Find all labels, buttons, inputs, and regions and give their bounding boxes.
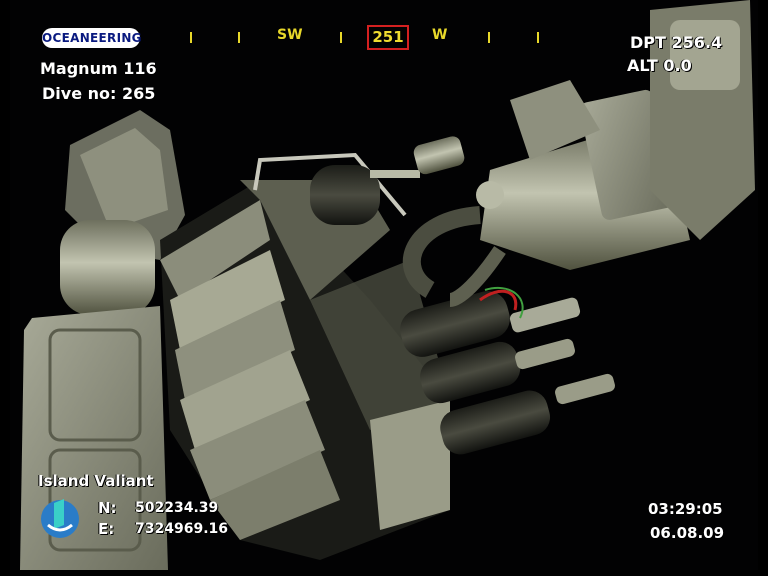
camera-frame: OCEANEERING Magnum 116 Dive no: 265 SW 2… bbox=[10, 0, 758, 570]
dive-number: Dive no: 265 bbox=[42, 84, 156, 103]
heading-label-left: SW bbox=[277, 27, 303, 43]
heading-tick bbox=[238, 32, 240, 43]
heading-tick bbox=[340, 32, 342, 43]
date-readout: 06.08.09 bbox=[650, 524, 725, 542]
time-readout: 03:29:05 bbox=[648, 500, 723, 518]
north-label: N: bbox=[98, 499, 117, 517]
oceaneering-logo: OCEANEERING bbox=[42, 28, 142, 48]
left-arm-cylinder bbox=[60, 220, 155, 315]
east-coordinate: 7324969.16 bbox=[135, 521, 228, 537]
ship-logo-icon bbox=[41, 499, 79, 538]
heading-label-right: W bbox=[432, 27, 448, 43]
heading-value: 251 bbox=[367, 25, 409, 50]
depth-readout: DPT 256.4 bbox=[630, 33, 723, 52]
rov-name: Magnum 116 bbox=[40, 59, 157, 78]
heading-tape: SW 251 W bbox=[180, 25, 570, 51]
heading-tick bbox=[190, 32, 192, 43]
probe-tip-1 bbox=[509, 297, 581, 333]
north-coordinate: 502234.39 bbox=[135, 500, 219, 516]
upper-probe bbox=[413, 136, 465, 175]
probe-tip-3 bbox=[555, 373, 615, 405]
east-label: E: bbox=[98, 520, 115, 538]
heading-tick bbox=[537, 32, 539, 43]
vessel-name: Island Valiant bbox=[38, 472, 154, 490]
heading-tick bbox=[488, 32, 490, 43]
altitude-readout: ALT 0.0 bbox=[627, 56, 692, 75]
probe-tip-2 bbox=[515, 338, 575, 370]
